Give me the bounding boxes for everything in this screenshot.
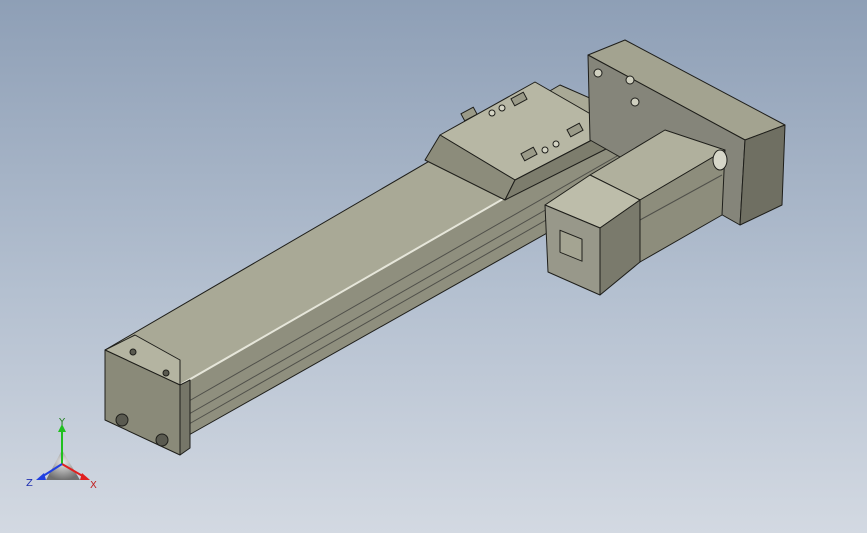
end-cap-side <box>179 379 191 456</box>
motor-end-ring <box>712 149 728 171</box>
mount-bolt-3 <box>630 97 640 107</box>
triad-x-arrow <box>80 473 90 480</box>
mount-block-side <box>739 124 786 226</box>
orientation-triad: Y X Z <box>26 418 97 491</box>
mount-bolt-2 <box>625 75 635 85</box>
triad-y-label: Y <box>58 418 66 428</box>
triad-x-label: X <box>90 480 97 491</box>
end-cap-hole-2 <box>155 433 169 447</box>
end-cap-hole-1 <box>115 413 129 427</box>
mount-bolt-1 <box>593 68 603 78</box>
carriage-bolt-2 <box>498 104 506 112</box>
carriage-bolt-1 <box>488 109 496 117</box>
end-cap-top-hole-2 <box>162 369 170 377</box>
end-cap-top-hole-1 <box>129 348 137 356</box>
carriage-bolt-3 <box>541 146 549 154</box>
carriage-bolt-4 <box>552 140 560 148</box>
linear-actuator-model[interactable] <box>0 0 867 533</box>
triad-z-label: Z <box>26 478 33 489</box>
graphics-viewport[interactable]: Y X Z <box>0 0 867 533</box>
